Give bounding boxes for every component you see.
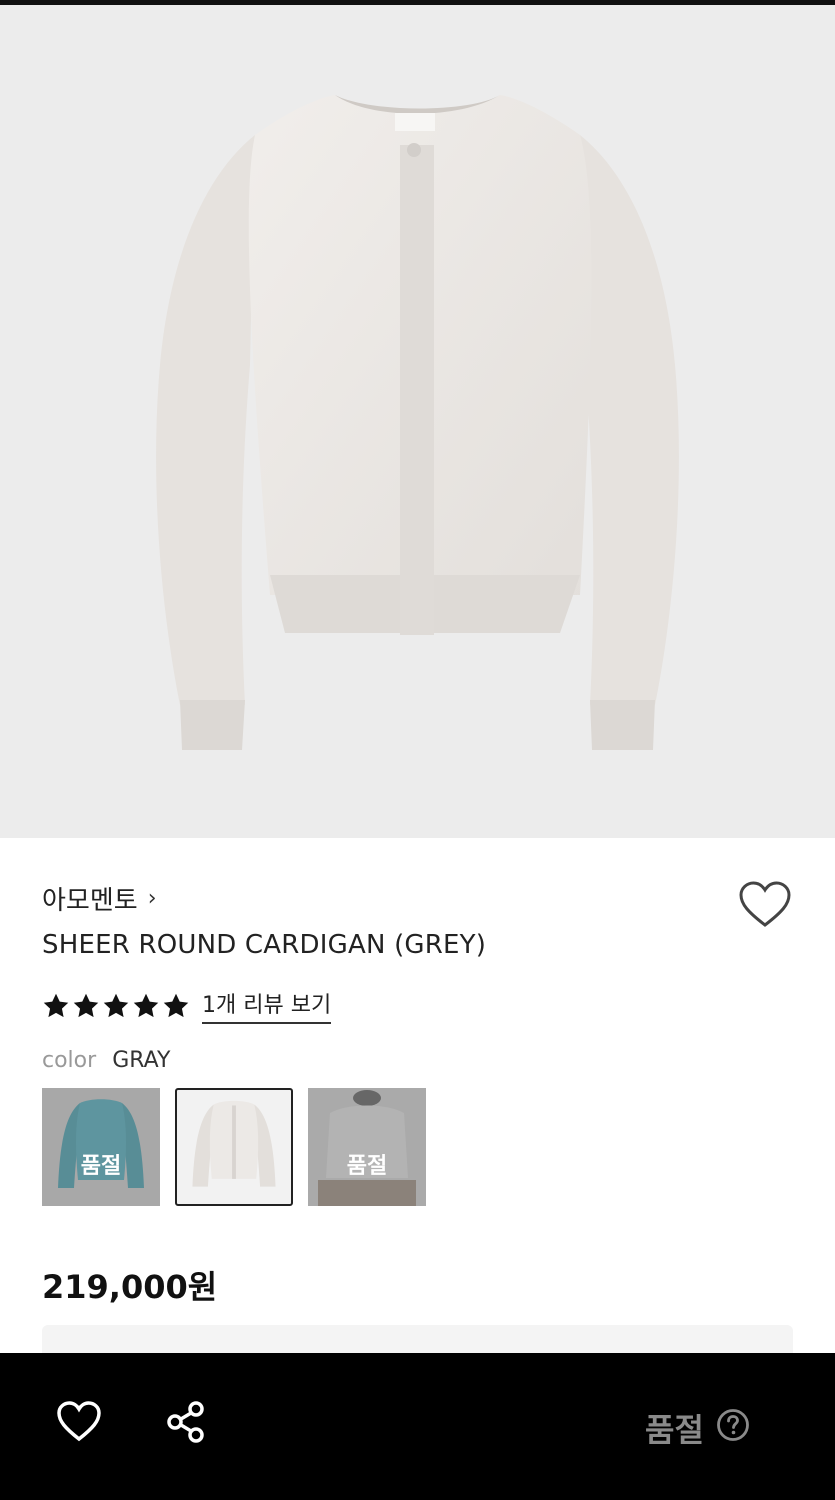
rating-row: 1개 리뷰 보기: [42, 987, 332, 1024]
swatch-teal[interactable]: 품절: [42, 1088, 160, 1206]
star-icon: [163, 993, 189, 1017]
soldout-shade: [308, 1088, 426, 1206]
color-label: color: [42, 1048, 97, 1073]
cardigan-illustration: [156, 95, 679, 750]
help-icon[interactable]: [716, 1408, 750, 1442]
star-rating: [42, 992, 190, 1020]
star-icon: [73, 993, 99, 1017]
heart-icon[interactable]: [738, 880, 792, 930]
product-price: 219,000원: [42, 1268, 218, 1306]
color-swatches: 품절 품절: [42, 1088, 426, 1206]
brand-link[interactable]: 아모멘토 ›: [42, 880, 157, 917]
soldout-label: 품절: [80, 1154, 122, 1179]
gray-cardigan-thumbnail: [192, 1100, 276, 1187]
review-link[interactable]: 1개 리뷰 보기: [202, 987, 332, 1024]
share-icon[interactable]: [162, 1398, 210, 1446]
chevron-right-icon: ›: [147, 886, 157, 911]
heart-icon[interactable]: [56, 1400, 102, 1444]
color-row: color GRAY: [42, 1048, 170, 1073]
product-image[interactable]: [0, 5, 835, 838]
brand-name: 아모멘토: [42, 886, 138, 916]
product-title: SHEER ROUND CARDIGAN (GREY): [42, 930, 487, 960]
swatch-gray[interactable]: [175, 1088, 293, 1206]
swatch-light-gray[interactable]: 품절: [308, 1088, 426, 1206]
star-icon: [103, 993, 129, 1017]
bottom-action-bar: [0, 1353, 835, 1500]
star-icon: [133, 993, 159, 1017]
soldout-label: 품절: [346, 1154, 388, 1179]
soldout-shade: [42, 1088, 160, 1206]
soldout-status: 품절: [645, 1411, 704, 1449]
color-value: GRAY: [112, 1048, 171, 1073]
star-icon: [43, 993, 69, 1017]
